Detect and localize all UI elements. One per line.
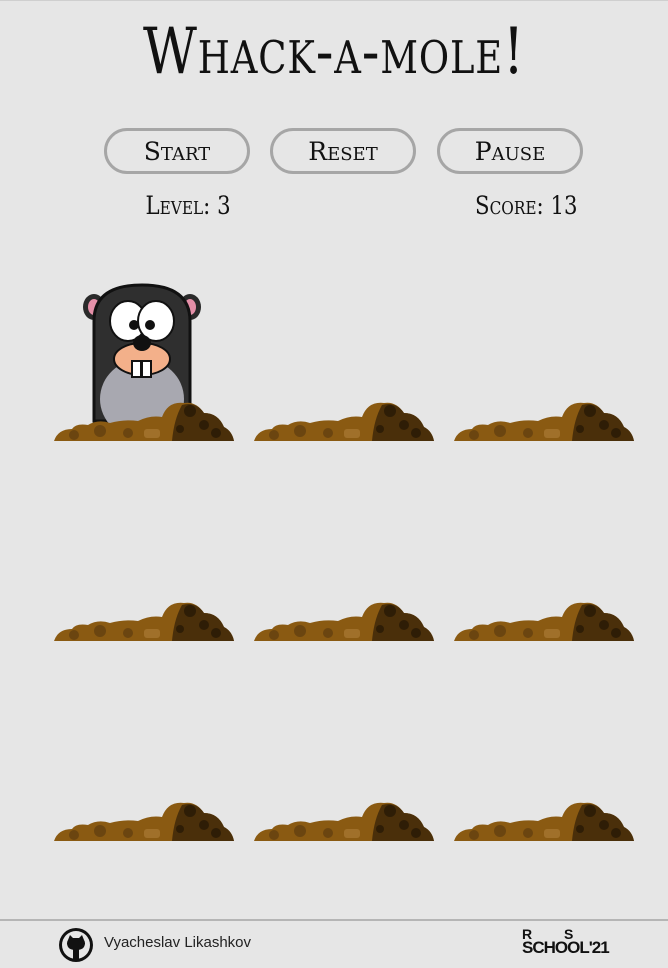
dirt-mound xyxy=(254,602,434,641)
hole-r2-c1[interactable] xyxy=(54,451,234,641)
reset-button[interactable]: Reset xyxy=(270,128,416,174)
github-icon[interactable] xyxy=(58,927,94,967)
hole-r2-c3[interactable] xyxy=(454,451,634,641)
page-title: Whack-a-mole! xyxy=(143,15,525,89)
hole-r3-c1[interactable] xyxy=(54,651,234,841)
dirt-mound xyxy=(54,402,234,441)
dirt-mound xyxy=(54,802,234,841)
logo-line-2: SCHOOL'21 xyxy=(522,938,610,957)
hole-r1-c1[interactable] xyxy=(54,251,234,441)
hole-r2-c2[interactable] xyxy=(254,451,434,641)
dirt-mound xyxy=(254,402,434,441)
hole-r1-c2[interactable] xyxy=(254,251,434,441)
hole-r3-c3[interactable] xyxy=(454,651,634,841)
dirt-mound xyxy=(54,602,234,641)
rs-school-logo[interactable]: R S SCHOOL'21 xyxy=(522,927,610,957)
pause-button[interactable]: Pause xyxy=(437,128,583,174)
dirt-mound xyxy=(454,402,634,441)
dirt-mound xyxy=(454,602,634,641)
score-indicator: Score: 13 xyxy=(475,191,578,220)
author-name: Vyacheslav Likashkov xyxy=(104,934,252,951)
dirt-mound xyxy=(454,802,634,841)
dirt-mound xyxy=(254,802,434,841)
footer: Vyacheslav Likashkov R S SCHOOL'21 xyxy=(0,919,668,968)
hole-r1-c3[interactable] xyxy=(454,251,634,441)
start-button[interactable]: Start xyxy=(104,128,250,174)
level-indicator: Level: 3 xyxy=(145,191,231,220)
hole-r3-c2[interactable] xyxy=(254,651,434,841)
